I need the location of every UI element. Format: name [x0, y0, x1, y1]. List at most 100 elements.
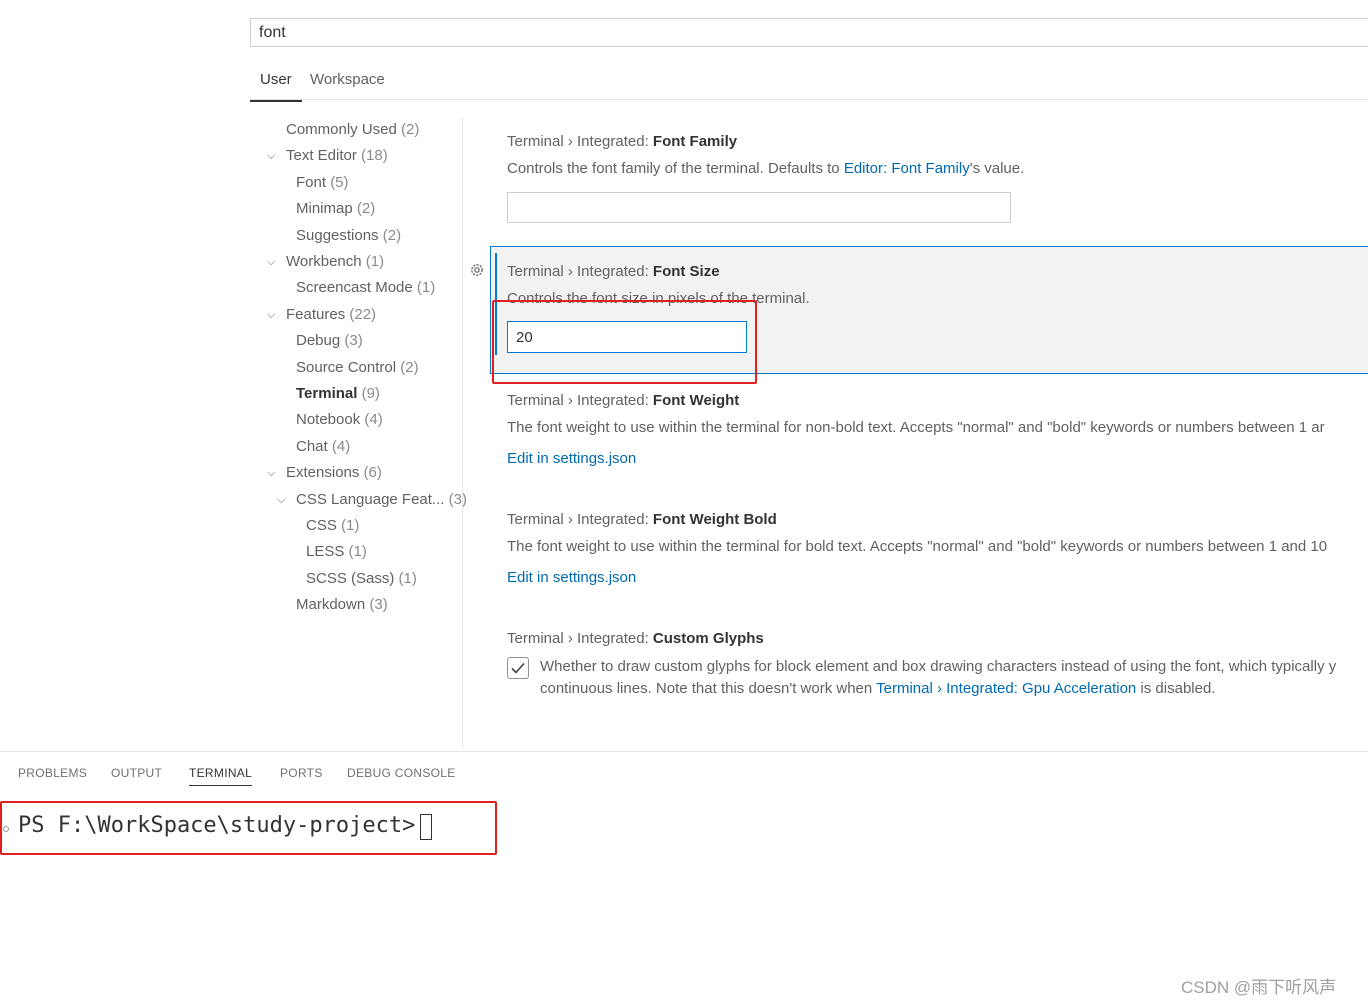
- toc-label: Debug: [296, 332, 341, 349]
- toc-item-scss[interactable]: SCSS (Sass) (1): [306, 567, 417, 591]
- toc-count: (18): [361, 147, 388, 164]
- tab-output[interactable]: OUTPUT: [111, 766, 162, 780]
- toc-count: (1): [365, 253, 385, 270]
- setting-title: Terminal › Integrated: Font Weight: [507, 392, 1325, 409]
- toc-label: Markdown: [296, 596, 366, 613]
- chevron-down-icon[interactable]: ⌵: [267, 256, 275, 269]
- toc-label: Screencast Mode: [296, 279, 413, 296]
- toc-item-commonly-used[interactable]: Commonly Used (2): [286, 118, 419, 142]
- desc-text: 's value.: [969, 160, 1025, 177]
- settings-search-input[interactable]: [251, 19, 1368, 46]
- chevron-down-icon[interactable]: ⌵: [277, 494, 285, 507]
- toc-count: (1): [416, 279, 436, 296]
- tab-user[interactable]: User: [250, 66, 302, 102]
- toc-item-screencast-mode[interactable]: Screencast Mode (1): [296, 276, 435, 300]
- check-icon: [511, 662, 525, 674]
- toc-label: Minimap: [296, 200, 353, 217]
- setting-title: Terminal › Integrated: Font Weight Bold: [507, 511, 1327, 528]
- toc-divider: [462, 117, 463, 749]
- toc-item-css-language-features[interactable]: CSS Language Feat... (3): [296, 488, 467, 512]
- setting-font-weight: Terminal › Integrated: Font Weight The f…: [507, 392, 1325, 467]
- toc-item-css[interactable]: CSS (1): [306, 514, 359, 538]
- chevron-down-icon[interactable]: ⌵: [267, 150, 275, 163]
- tabs-divider: [250, 99, 1368, 100]
- toc-label: Chat: [296, 438, 328, 455]
- tab-workspace[interactable]: Workspace: [310, 66, 385, 100]
- setting-title: Terminal › Integrated: Font Size: [507, 263, 810, 280]
- setting-title: Terminal › Integrated: Font Family: [507, 133, 1024, 150]
- toc-item-terminal[interactable]: Terminal (9): [296, 382, 380, 406]
- edit-in-settings-json-link[interactable]: Edit in settings.json: [507, 569, 1327, 586]
- toc-count: (1): [348, 543, 367, 560]
- editor-font-family-link[interactable]: Editor: Font Family: [844, 160, 970, 177]
- tab-terminal[interactable]: TERMINAL: [189, 766, 253, 786]
- setting-description: The font weight to use within the termin…: [507, 419, 1325, 436]
- toc-item-suggestions[interactable]: Suggestions (2): [296, 224, 401, 248]
- toc-count: (6): [363, 464, 382, 481]
- toc-item-font[interactable]: Font (5): [296, 171, 349, 195]
- toc-label: Commonly Used: [286, 121, 397, 138]
- toc-item-minimap[interactable]: Minimap (2): [296, 197, 375, 221]
- desc-text: is disabled.: [1136, 680, 1216, 697]
- toc-item-features[interactable]: Features (22): [286, 303, 376, 327]
- setting-title: Terminal › Integrated: Custom Glyphs: [507, 630, 764, 647]
- toc-item-source-control[interactable]: Source Control (2): [296, 356, 419, 380]
- desc-text: Controls the font family of the terminal…: [507, 160, 844, 177]
- toc-item-notebook[interactable]: Notebook (4): [296, 408, 383, 432]
- font-size-input[interactable]: [507, 321, 747, 353]
- terminal-cursor: [420, 814, 432, 840]
- focus-indicator: [495, 253, 497, 355]
- setting-description: Controls the font size in pixels of the …: [507, 290, 810, 307]
- toc-item-workbench[interactable]: Workbench (1): [286, 250, 384, 274]
- toc-item-markdown[interactable]: Markdown (3): [296, 593, 388, 617]
- desc-text: continuous lines. Note that this doesn't…: [540, 680, 877, 697]
- panel-divider: [0, 751, 1368, 752]
- font-family-input[interactable]: [507, 192, 1011, 223]
- toc-item-chat[interactable]: Chat (4): [296, 435, 350, 459]
- toc-item-extensions[interactable]: Extensions (6): [286, 461, 382, 485]
- toc-item-debug[interactable]: Debug (3): [296, 329, 363, 353]
- toc-count: (1): [398, 570, 417, 587]
- toc-count: (4): [364, 411, 383, 428]
- toc-item-less[interactable]: LESS (1): [306, 540, 367, 564]
- toc-label: Terminal: [296, 385, 358, 402]
- chevron-down-icon[interactable]: ⌵: [267, 309, 275, 322]
- setting-name: Font Family: [652, 133, 738, 150]
- edit-in-settings-json-link[interactable]: Edit in settings.json: [507, 450, 1325, 467]
- toc-count: (22): [349, 306, 377, 323]
- toc-label: CSS: [306, 517, 337, 534]
- setting-category: Terminal › Integrated:: [507, 511, 653, 528]
- custom-glyphs-checkbox[interactable]: [507, 657, 529, 679]
- tab-ports[interactable]: PORTS: [280, 766, 323, 780]
- toc-label: Extensions: [286, 464, 360, 481]
- terminal-prompt[interactable]: PS F:\WorkSpace\study-project>: [18, 813, 429, 838]
- chevron-down-icon[interactable]: ⌵: [267, 467, 275, 480]
- toc-count: (3): [448, 491, 467, 508]
- setting-category: Terminal › Integrated:: [507, 263, 653, 280]
- terminal-decoration-icon[interactable]: [3, 826, 9, 832]
- setting-custom-glyphs: Terminal › Integrated: Custom Glyphs: [507, 630, 764, 647]
- toc-count: (2): [401, 121, 420, 138]
- toc-count: (4): [331, 438, 351, 455]
- setting-category: Terminal › Integrated:: [507, 392, 653, 409]
- toc-count: (2): [382, 227, 402, 244]
- toc-item-text-editor[interactable]: Text Editor (18): [286, 144, 388, 168]
- gear-icon[interactable]: [468, 261, 486, 279]
- toc-label: Notebook: [296, 411, 361, 428]
- watermark: CSDN @雨下听风声: [1181, 978, 1337, 997]
- toc-label: Suggestions: [296, 227, 379, 244]
- toc-count: (2): [356, 200, 376, 217]
- settings-search-box[interactable]: [250, 18, 1368, 47]
- toc-count: (3): [344, 332, 363, 349]
- toc-count: (3): [369, 596, 388, 613]
- tab-debug-console[interactable]: DEBUG CONSOLE: [347, 766, 456, 780]
- tab-problems[interactable]: PROBLEMS: [18, 766, 87, 780]
- gpu-acceleration-link[interactable]: Terminal › Integrated: Gpu Acceleration: [876, 680, 1136, 697]
- setting-name: Font Weight Bold: [652, 511, 777, 528]
- setting-description: Whether to draw custom glyphs for block …: [540, 658, 1337, 675]
- toc-count: (2): [400, 359, 419, 376]
- toc-label: Workbench: [286, 253, 362, 270]
- toc-label: Features: [286, 306, 346, 323]
- toc-label: SCSS (Sass): [306, 570, 395, 587]
- toc-label: Text Editor: [286, 147, 357, 164]
